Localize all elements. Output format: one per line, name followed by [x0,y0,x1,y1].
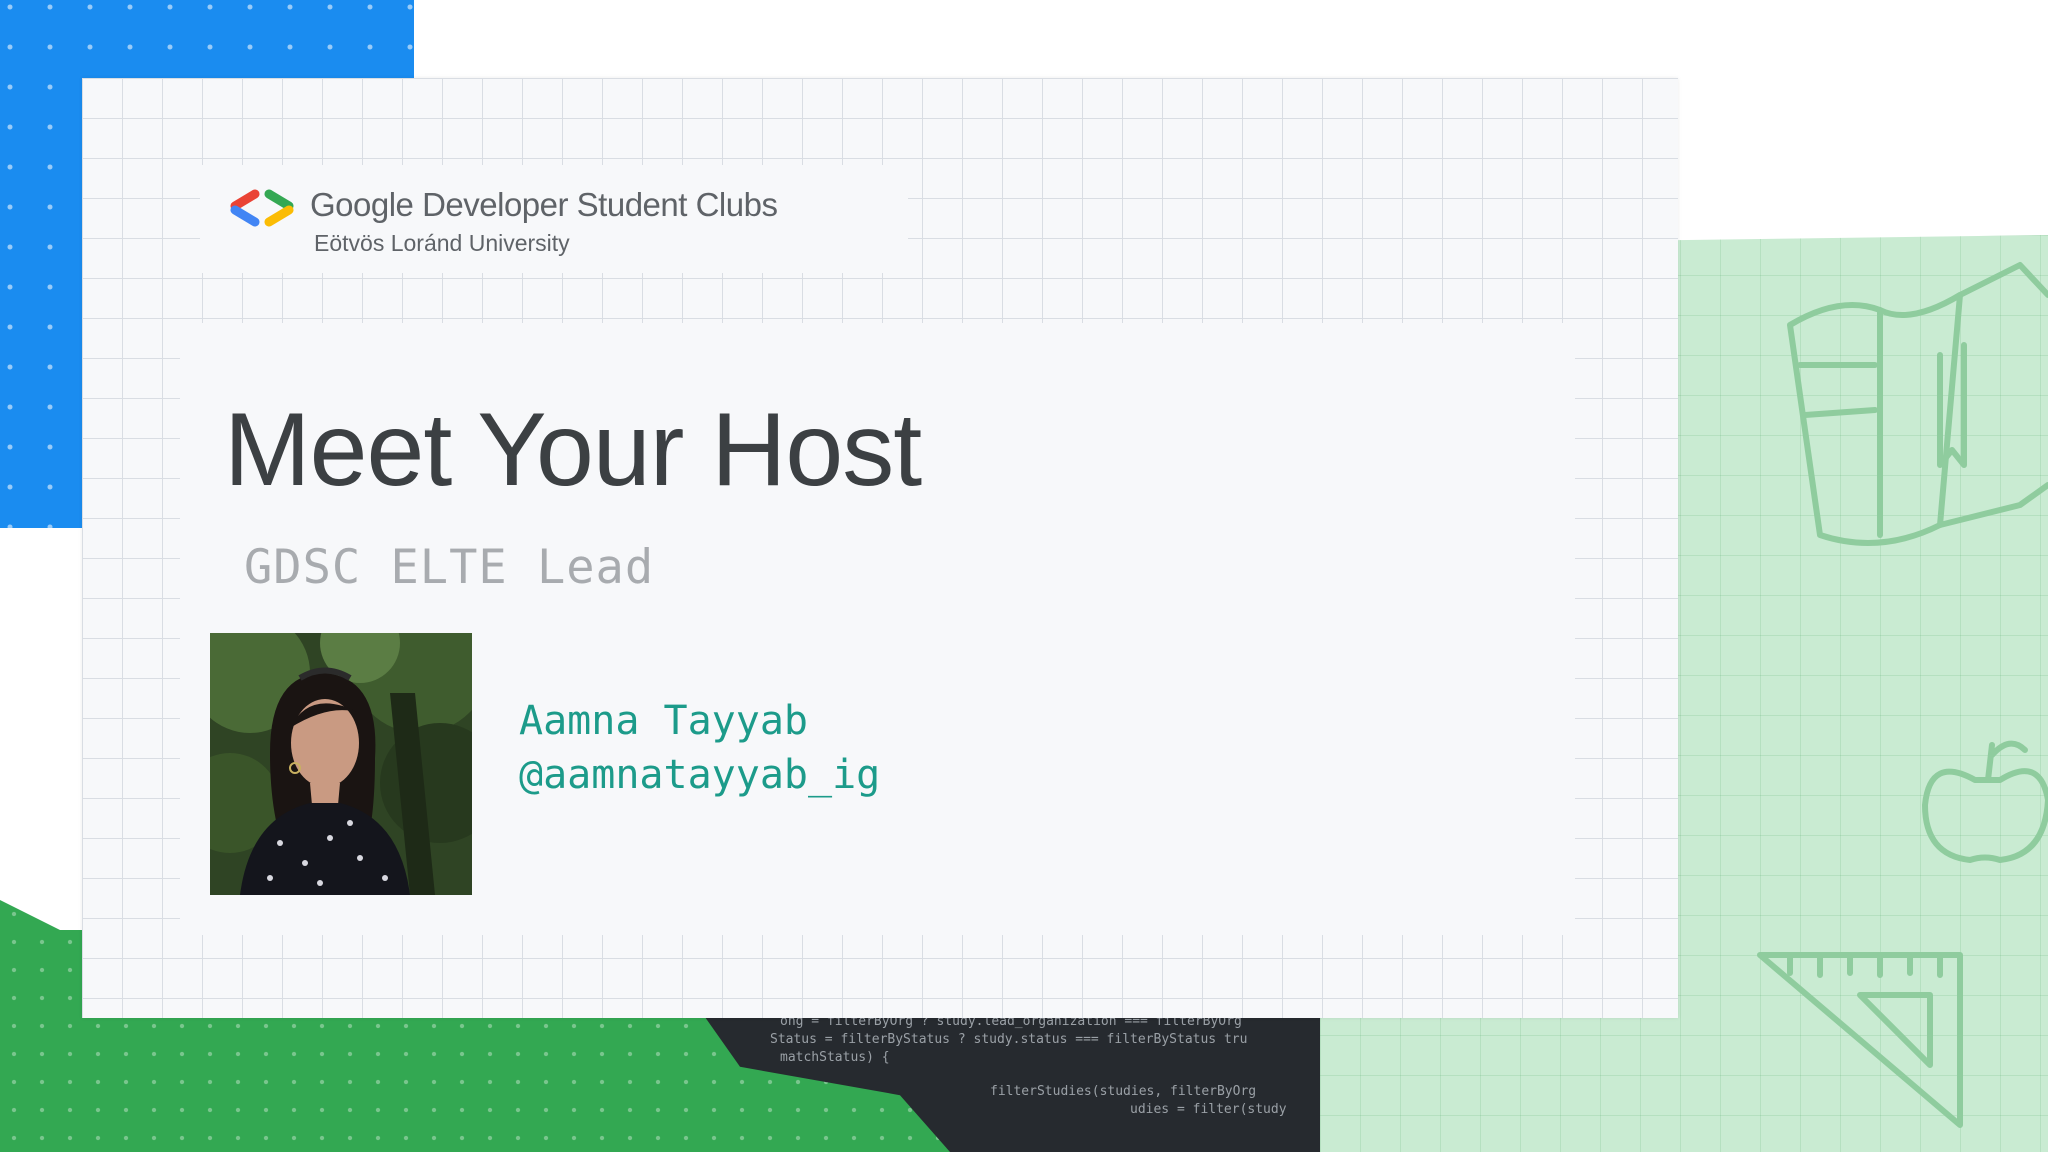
code-line: Status = filterByStatus ? study.status =… [770,1032,1248,1047]
page-subtitle: GDSC ELTE Lead [244,540,655,595]
code-line: matchStatus) { [780,1050,890,1065]
book-icon [1787,262,2048,546]
code-line: filterStudies(studies, filterByOrg [990,1084,1257,1099]
host-name: Aamna Tayyab [519,698,808,744]
page-title: Meet Your Host [224,392,922,508]
host-handle: @aamnatayyab_ig [519,752,881,798]
set-square-icon [1757,952,1963,1128]
gdsc-logo-icon [230,189,294,227]
code-line: udies = filter(study [1130,1102,1287,1117]
host-photo [210,633,472,895]
logo-title: Google Developer Student Clubs [310,186,778,223]
apple-icon [1922,740,2048,863]
logo-subtitle: Eötvös Loránd University [314,230,570,256]
